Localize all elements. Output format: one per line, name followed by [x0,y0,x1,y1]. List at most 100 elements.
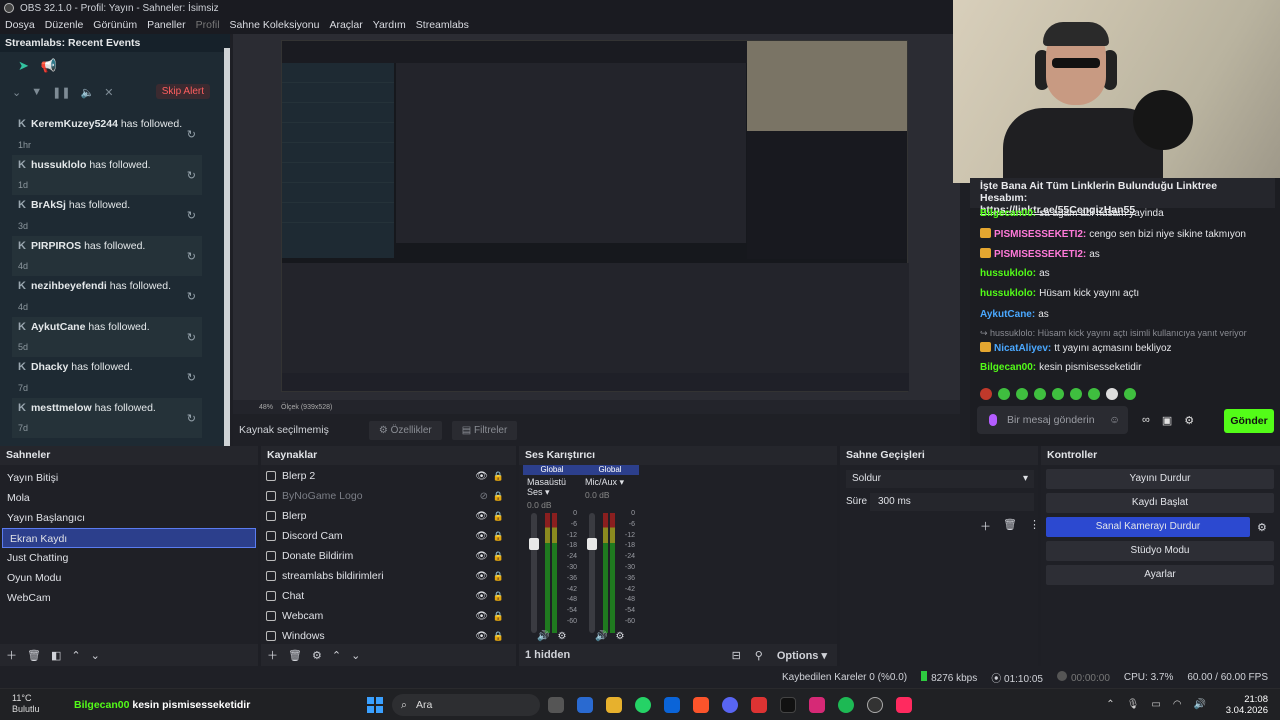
replay-icon[interactable]: ↻ [187,412,196,425]
menu-item[interactable]: Düzenle [45,19,84,31]
tiktok-icon[interactable] [780,697,796,713]
settings-icon[interactable]: ⚙ [615,631,624,642]
menu-item[interactable]: Streamlabs [416,19,469,31]
control-button[interactable]: Kaydı Başlat [1046,493,1274,513]
menu-item[interactable]: Profil [196,19,220,31]
mic-icon[interactable] [989,414,997,426]
weather-widget[interactable]: 11°C Bulutlu [12,693,40,715]
lock-icon[interactable]: 🔒 [493,571,504,582]
lock-icon[interactable]: 🔒 [493,471,504,482]
filter-icon[interactable]: ◧ [51,649,61,662]
gear-icon[interactable]: ⚙ [312,649,322,662]
replay-icon[interactable]: ↻ [187,290,196,303]
lock-icon[interactable]: 🔒 [493,491,504,502]
replay-icon[interactable]: ↻ [187,209,196,222]
visibility-icon[interactable]: 👁 [475,571,488,582]
menu-item[interactable]: Görünüm [93,19,137,31]
replay-icon[interactable]: ↻ [187,250,196,263]
obs-icon[interactable] [867,697,883,713]
store-icon[interactable] [577,697,593,713]
replay-icon[interactable]: ↻ [187,331,196,344]
control-button[interactable]: Ayarlar [1046,565,1274,585]
scene-item[interactable]: Ekran Kaydı [2,528,256,548]
spotify-icon[interactable] [838,697,854,713]
lock-icon[interactable]: 🔒 [493,591,504,602]
transition-select[interactable]: Soldur ▾ [846,470,1034,488]
lock-icon[interactable]: 🔒 [493,631,504,642]
collapse-chevron-icon[interactable]: ⌄ [12,86,21,99]
preview-area[interactable]: 48% Ölçek (939x528) [233,34,960,414]
events-scrollbar[interactable] [224,48,230,446]
capcut-icon[interactable] [896,697,912,713]
send-button[interactable]: Gönder [1224,409,1274,433]
more-icon[interactable]: ⋮ [1029,518,1040,534]
instagram-icon[interactable] [809,697,825,713]
lock-icon[interactable]: 🔒 [493,511,504,522]
visibility-icon[interactable]: ⊘ [480,491,488,502]
replay-icon[interactable]: ↻ [187,128,196,141]
megaphone-icon[interactable]: 📢 [41,58,57,74]
menu-item[interactable]: Paneller [147,19,186,31]
menu-item[interactable]: Dosya [5,19,35,31]
source-item[interactable]: Donate Bildirim 👁 🔒 [261,546,516,566]
down-icon[interactable]: ⌄ [91,649,100,662]
source-item[interactable]: ByNoGame Logo ⊘ 🔒 [261,486,516,506]
gift-icon[interactable]: ▣ [1162,414,1172,427]
scene-item[interactable]: Yayın Bitişi [0,468,258,488]
scene-item[interactable]: Oyun Modu [0,568,258,588]
visibility-icon[interactable]: 👁 [475,631,488,642]
volume-fader[interactable] [587,513,597,633]
settings-icon[interactable]: ⚙ [557,631,566,642]
visibility-icon[interactable]: 👁 [475,471,488,482]
duration-input[interactable]: 300 ms [870,493,1034,511]
source-item[interactable]: Blerp 2 👁 🔒 [261,466,516,486]
source-item[interactable]: Windows 👁 🔒 [261,626,516,646]
start-icon[interactable] [367,697,383,713]
add-icon[interactable]: ＋ [980,518,991,534]
source-item[interactable]: Webcam 👁 🔒 [261,606,516,626]
down-icon[interactable]: ⌄ [351,649,360,662]
discord-icon[interactable] [722,697,738,713]
scene-item[interactable]: Mola [0,488,258,508]
advanced-audio-icon[interactable]: ⚲ [755,649,763,662]
visibility-icon[interactable]: 👁 [475,531,488,542]
clock[interactable]: 21:08 3.04.2026 [1226,694,1268,716]
filters-button[interactable]: ▤ Filtreler [451,420,518,440]
skip-alert-button[interactable]: Skip Alert [155,84,210,99]
replay-icon[interactable]: ↻ [187,169,196,182]
scene-item[interactable]: Yayın Başlangıcı [0,508,258,528]
source-item[interactable]: Chat 👁 🔒 [261,586,516,606]
scene-item[interactable]: WebCam [0,588,258,608]
volume-fader[interactable] [529,513,539,633]
delete-icon[interactable]: 🗑 [288,649,302,662]
virtual-cam-settings-icon[interactable]: ⚙ [1257,521,1267,534]
filter-icon[interactable]: ▼ [31,86,42,98]
search-box[interactable]: ⌕ Ara [392,694,540,716]
scale-label[interactable]: Ölçek (939x528) [281,404,332,411]
lock-icon[interactable]: 🔒 [493,531,504,542]
whatsapp-icon[interactable] [635,697,651,713]
source-item[interactable]: Blerp 👁 🔒 [261,506,516,526]
options-button[interactable]: Options ▾ [777,649,827,662]
chevron-up-icon[interactable]: ⌃ [1106,699,1114,710]
delete-icon[interactable]: 🗑 [27,649,41,662]
add-icon[interactable]: ＋ [267,647,278,663]
link-icon[interactable]: ∞ [1142,414,1150,427]
explorer-icon[interactable] [606,697,622,713]
hidden-count[interactable]: 1 hidden [525,649,570,661]
menu-item[interactable]: Araçlar [329,19,362,31]
visibility-icon[interactable]: 👁 [475,591,488,602]
chat-input[interactable]: Bir mesaj gönderin ☺ [977,406,1128,434]
mute-icon[interactable]: 🔈 [81,86,95,99]
outlook-icon[interactable] [664,697,680,713]
settings-icon[interactable]: ⚙ [1184,414,1194,427]
emote-bar[interactable] [980,388,1136,400]
volume-icon[interactable]: 🔊 [1194,699,1206,710]
emoji-icon[interactable]: ☺ [1109,414,1120,426]
lock-icon[interactable]: 🔒 [493,551,504,562]
properties-button[interactable]: ⚙ Özellikler [368,420,442,440]
add-icon[interactable]: ＋ [6,647,17,663]
app-icon[interactable] [751,697,767,713]
visibility-icon[interactable]: 👁 [475,511,488,522]
up-icon[interactable]: ⌃ [332,649,341,662]
